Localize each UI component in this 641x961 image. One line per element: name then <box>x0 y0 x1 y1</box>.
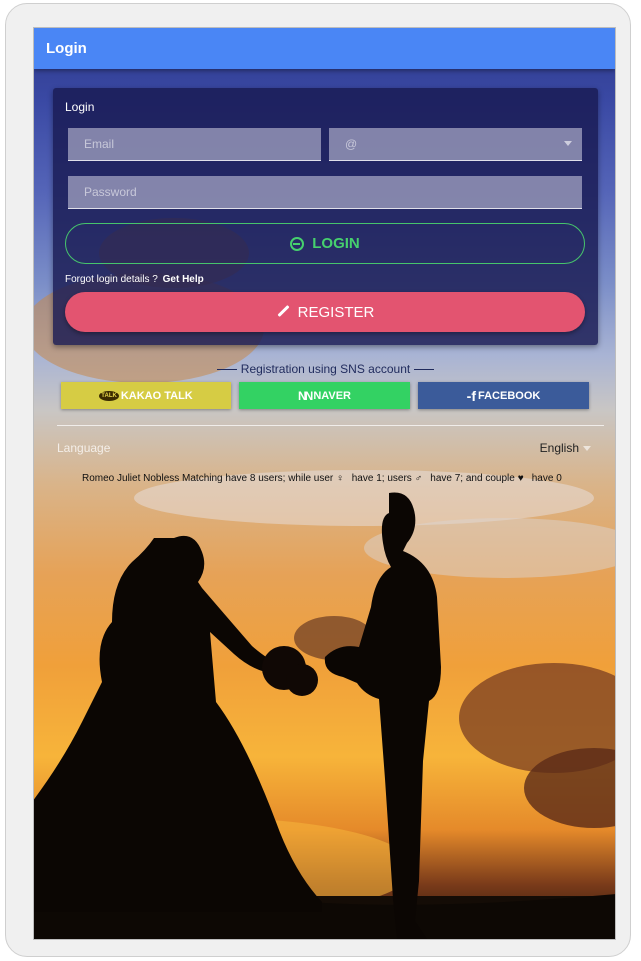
device-frame: Login Login Email @ Password LOGIN Forgo… <box>5 3 631 957</box>
naver-label: NAVER <box>313 389 352 402</box>
stats-male: have 7; and couple <box>430 473 515 484</box>
sns-registration-label: Registration using SNS account <box>240 362 411 376</box>
password-placeholder: Password <box>84 185 137 199</box>
brush-icon <box>276 305 290 319</box>
email-domain-value: @ <box>345 137 358 151</box>
email-input[interactable]: Email <box>68 128 321 161</box>
login-button[interactable]: LOGIN <box>65 223 585 264</box>
naver-icon: NN <box>297 388 313 403</box>
register-button-label: REGISTER <box>297 303 375 321</box>
language-select[interactable]: English <box>540 441 591 455</box>
facebook-icon: -f <box>466 387 476 404</box>
register-button[interactable]: REGISTER <box>65 292 585 332</box>
divider-line-right <box>413 369 434 371</box>
email-placeholder: Email <box>84 137 115 151</box>
user-stats: Romeo Juliet Nobless Matching have 8 use… <box>82 473 565 484</box>
facebook-label: FACEBOOK <box>477 389 541 402</box>
language-label: Language <box>57 441 111 455</box>
password-input[interactable]: Password <box>68 176 582 209</box>
chevron-down-icon <box>564 141 572 146</box>
language-value: English <box>539 441 579 455</box>
login-icon <box>290 236 305 251</box>
divider-line-left <box>217 369 238 371</box>
naver-button[interactable]: NN NAVER <box>239 382 410 409</box>
login-button-label: LOGIN <box>312 235 360 252</box>
stats-intro: Romeo Juliet Nobless Matching have 8 use… <box>82 473 334 484</box>
female-icon: ♀ <box>336 473 344 484</box>
login-card-title: Login <box>65 100 95 114</box>
email-domain-select[interactable]: @ <box>329 128 582 161</box>
app-bar: Login <box>34 28 615 69</box>
heart-icon: ♥ <box>517 473 524 484</box>
forgot-text: Forgot login details ? <box>65 274 158 285</box>
stats-couple: have 0 <box>531 473 562 484</box>
facebook-button[interactable]: -f FACEBOOK <box>418 382 589 409</box>
male-icon: ♂ <box>414 473 423 484</box>
stats-female: have 1; users <box>351 473 412 484</box>
kakao-talk-label: KAKAO TALK <box>120 389 193 402</box>
app-screen: Login Login Email @ Password LOGIN Forgo… <box>33 27 616 940</box>
forgot-login-text: Forgot login details ? Get Help <box>65 274 204 285</box>
section-divider <box>57 425 604 426</box>
get-help-link[interactable]: Get Help <box>163 274 204 285</box>
app-bar-title: Login <box>46 40 87 57</box>
login-card: Login Email @ Password LOGIN Forgot logi… <box>53 88 598 345</box>
kakao-talk-icon: TALK <box>99 390 119 401</box>
sns-registration-heading: Registration using SNS account <box>34 362 615 376</box>
kakao-talk-button[interactable]: TALK KAKAO TALK <box>61 382 231 409</box>
chevron-down-icon <box>583 446 591 452</box>
